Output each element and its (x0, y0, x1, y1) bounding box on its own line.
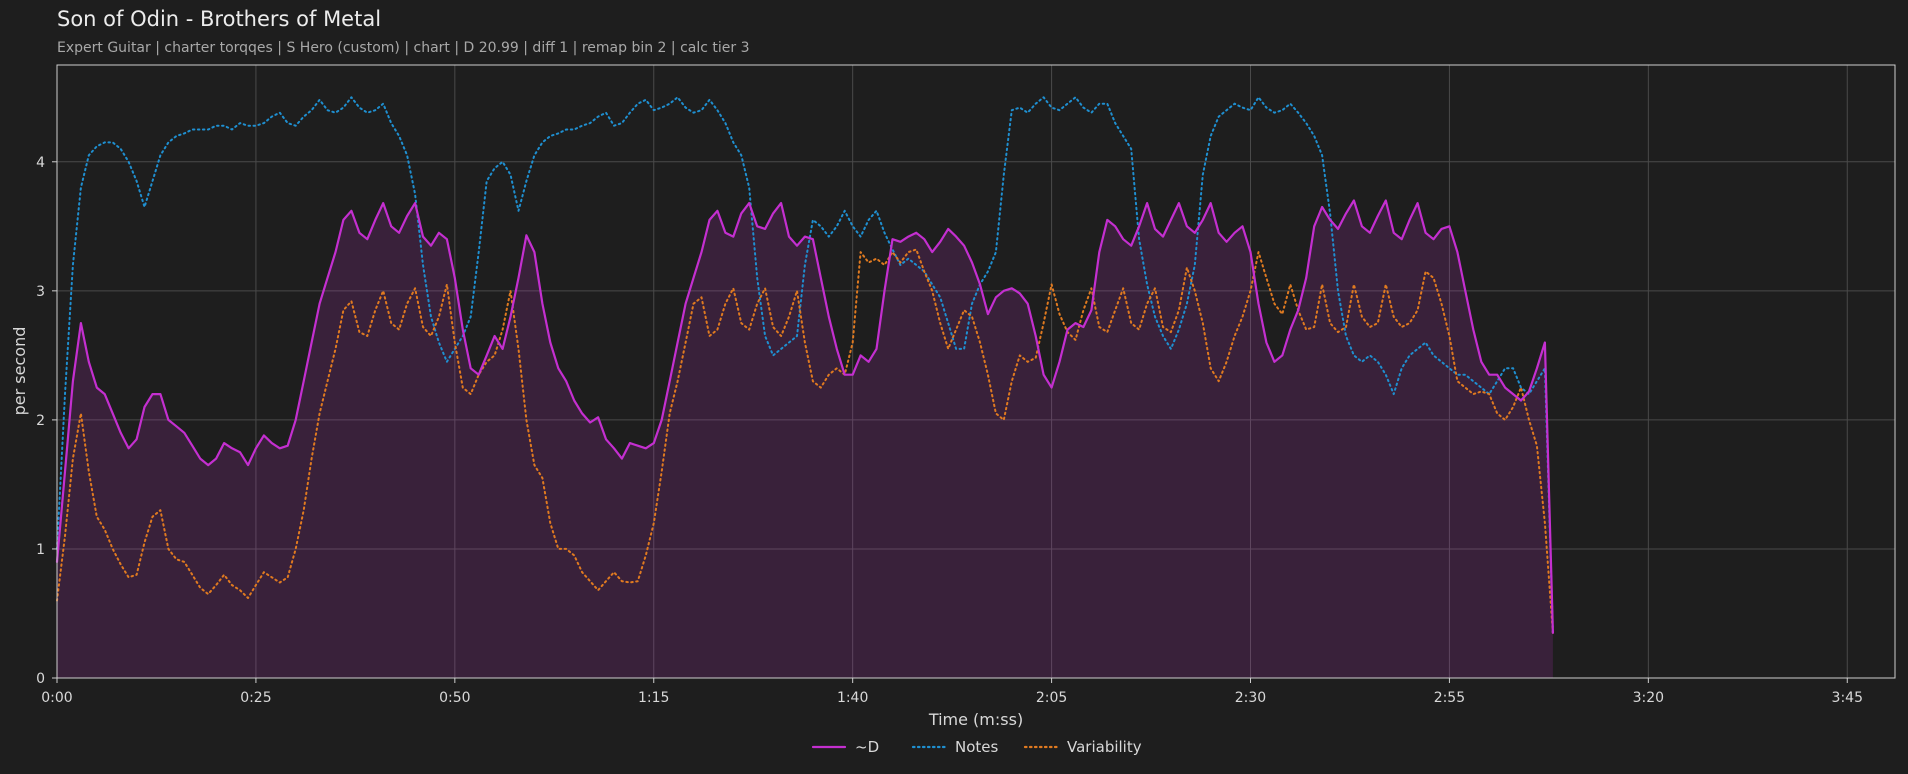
x-tick-label: 0:50 (439, 690, 470, 706)
x-tick-label: 1:40 (837, 690, 868, 706)
y-tick-label: 1 (36, 542, 45, 558)
x-tick-label: 2:30 (1235, 690, 1266, 706)
y-tick-label: 3 (36, 284, 45, 300)
legend-label: ~D (855, 738, 879, 756)
x-tick-label: 0:00 (41, 690, 72, 706)
y-tick-label: 2 (36, 413, 45, 429)
legend-label: Notes (955, 738, 999, 756)
x-tick-label: 2:55 (1434, 690, 1465, 706)
x-axis-label: Time (m:ss) (928, 710, 1023, 729)
y-axis-label: per second (10, 327, 29, 416)
legend-label: Variability (1067, 738, 1142, 756)
y-tick-label: 0 (36, 671, 45, 687)
y-axis-ticks: 0 1 2 3 4 (36, 155, 57, 687)
x-tick-label: 0:25 (240, 690, 271, 706)
x-tick-label: 3:20 (1633, 690, 1664, 706)
y-tick-label: 4 (36, 155, 45, 171)
x-tick-label: 2:05 (1036, 690, 1067, 706)
x-tick-label: 1:15 (638, 690, 669, 706)
chart-canvas: 0:00 0:25 0:50 1:15 1:40 2:05 2:30 2:55 3:20 3:45… (10, 64, 1896, 756)
x-tick-label: 3:45 (1832, 690, 1863, 706)
legend: ~D Notes Variability (811, 738, 1142, 756)
x-axis-ticks: 0:00 0:25 0:50 1:15 1:40 2:05 2:30 2:55 3:20 3:45 (41, 678, 1863, 706)
